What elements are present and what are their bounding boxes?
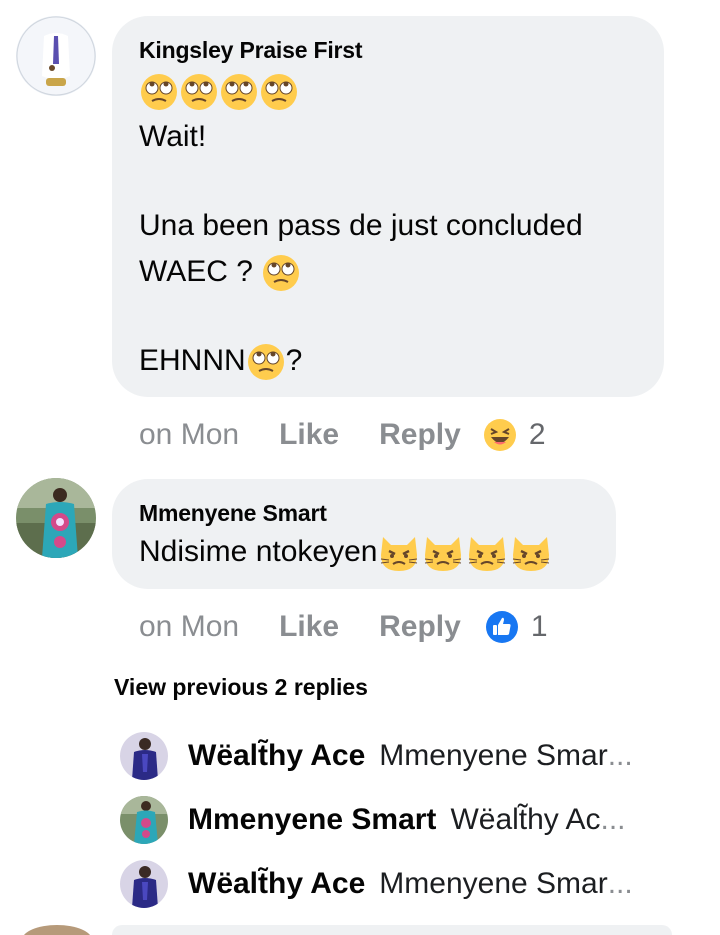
emoji-row: [139, 72, 299, 112]
reaction-count: 1: [530, 610, 548, 643]
comment-text-fragment: Ndisime ntokeyen: [139, 534, 378, 568]
reply-preview-row[interactable]: Mmenyene Smart Wëalt̃hy Ac...: [120, 796, 626, 844]
pouting-cat-emoji-icon: [377, 533, 421, 573]
comment-text-line: Una been pass de just concluded: [139, 209, 583, 242]
avatar-mmenyene[interactable]: [16, 478, 96, 558]
comment-actions: on Mon Like Reply 1: [139, 607, 548, 647]
eye-roll-emoji-icon: [219, 72, 259, 112]
reply-preview-text: Mmenyene Smar: [379, 739, 608, 772]
reply-preview-text: Wëalt̃hy Ac: [450, 803, 601, 836]
reply-button[interactable]: Reply: [379, 610, 461, 644]
reaction-count: 2: [528, 418, 546, 451]
avatar-next-comment[interactable]: [22, 925, 92, 935]
eye-roll-emoji-icon: [179, 72, 219, 112]
comment-text-line: Ndisime ntokeyen: [139, 533, 553, 573]
next-comment-bubble: [112, 925, 672, 935]
eye-roll-emoji-icon: [246, 342, 286, 382]
pouting-cat-emoji-icon: [509, 533, 553, 573]
reply-ellipsis: ...: [600, 803, 626, 836]
comment-timestamp[interactable]: on Mon: [139, 418, 239, 452]
comment-text-fragment: ?: [285, 343, 303, 377]
comment-actions: on Mon Like Reply 2: [139, 415, 546, 455]
eye-roll-emoji-icon: [261, 253, 301, 293]
reply-button[interactable]: Reply: [379, 418, 461, 452]
pouting-cat-emoji-icon: [421, 533, 465, 573]
avatar-wealthy-ace: [120, 860, 168, 908]
reply-author: Wëalt̃hy Ace: [188, 867, 366, 900]
comment-timestamp[interactable]: on Mon: [139, 610, 239, 644]
comment-author[interactable]: Kingsley Praise First: [139, 37, 363, 64]
comment-text-fragment: EHNNN: [139, 343, 246, 377]
reaction-summary[interactable]: 2: [483, 418, 546, 452]
eye-roll-emoji-icon: [139, 72, 179, 112]
comment-author[interactable]: Mmenyene Smart: [139, 500, 327, 527]
avatar-mmenyene: [120, 796, 168, 844]
eye-roll-emoji-icon: [259, 72, 299, 112]
reply-author: Wëalt̃hy Ace: [188, 739, 366, 772]
reply-ellipsis: ...: [607, 739, 633, 772]
view-previous-replies-link[interactable]: View previous 2 replies: [114, 674, 368, 701]
reply-preview-row[interactable]: Wëalt̃hy Ace Mmenyene Smar...: [120, 860, 633, 908]
avatar-kingsley[interactable]: [16, 16, 96, 96]
pouting-cat-emoji-icon: [465, 533, 509, 573]
comment-text-line: WAEC ?: [139, 253, 301, 293]
laughing-emoji-icon: [483, 418, 517, 452]
like-button[interactable]: Like: [279, 610, 339, 644]
comment-text-line: EHNNN?: [139, 342, 302, 382]
comment-text-fragment: WAEC ?: [139, 254, 253, 288]
reply-author: Mmenyene Smart: [188, 803, 437, 836]
comment-text-line: Wait!: [139, 120, 207, 153]
avatar-wealthy-ace: [120, 732, 168, 780]
reply-ellipsis: ...: [607, 867, 633, 900]
reaction-summary[interactable]: 1: [485, 610, 548, 644]
thumbs-up-icon: [485, 610, 519, 644]
reply-preview-row[interactable]: Wëalt̃hy Ace Mmenyene Smar...: [120, 732, 633, 780]
like-button[interactable]: Like: [279, 418, 339, 452]
reply-preview-text: Mmenyene Smar: [379, 867, 608, 900]
